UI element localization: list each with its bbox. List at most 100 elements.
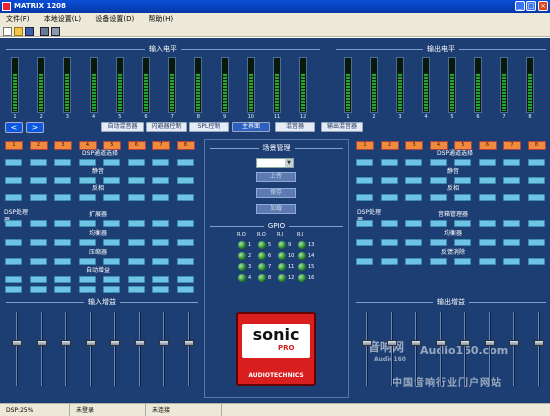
left-toggle-cell[interactable]: [152, 159, 169, 166]
right-toggle-cell[interactable]: [454, 239, 471, 246]
fader-knob[interactable]: [533, 340, 544, 346]
right-channel-button[interactable]: 6: [478, 141, 497, 150]
input-gain-fader[interactable]: [159, 312, 169, 386]
right-toggle-cell[interactable]: [380, 159, 398, 166]
left-toggle-cell[interactable]: [127, 159, 145, 166]
left-toggle-cell[interactable]: [29, 258, 47, 265]
next-page-button[interactable]: >: [26, 122, 44, 133]
fader-knob[interactable]: [460, 340, 470, 346]
left-toggle-cell[interactable]: [29, 220, 47, 227]
left-toggle-cell[interactable]: [78, 286, 96, 293]
left-toggle-cell[interactable]: [176, 258, 194, 265]
right-toggle-cell[interactable]: [527, 159, 545, 166]
right-toggle-cell[interactable]: [429, 220, 447, 227]
right-toggle-cell[interactable]: [478, 220, 496, 227]
left-toggle-cell[interactable]: [127, 220, 145, 227]
output-gain-fader[interactable]: [435, 312, 446, 386]
close-icon[interactable]: ×: [538, 1, 548, 11]
left-toggle-cell[interactable]: [127, 239, 145, 246]
right-toggle-cell[interactable]: [405, 258, 422, 265]
right-toggle-cell[interactable]: [405, 220, 422, 227]
input-gain-fader[interactable]: [61, 312, 71, 386]
right-toggle-cell[interactable]: [527, 177, 545, 184]
input-gain-fader[interactable]: [134, 312, 145, 386]
right-toggle-cell[interactable]: [454, 194, 471, 201]
fader-knob[interactable]: [509, 340, 519, 346]
right-toggle-cell[interactable]: [356, 258, 373, 265]
tab-mixer[interactable]: 混音器: [275, 122, 315, 132]
right-toggle-cell[interactable]: [478, 258, 496, 265]
gpio-led[interactable]: [238, 241, 246, 249]
fader-knob[interactable]: [435, 340, 446, 346]
right-toggle-cell[interactable]: [356, 159, 373, 166]
input-gain-fader[interactable]: [36, 312, 47, 386]
right-toggle-cell[interactable]: [478, 239, 496, 246]
fader-knob[interactable]: [183, 340, 194, 346]
left-toggle-cell[interactable]: [127, 276, 145, 283]
left-toggle-cell[interactable]: [5, 286, 22, 293]
right-toggle-cell[interactable]: [380, 220, 398, 227]
gpio-led[interactable]: [298, 252, 306, 260]
right-toggle-cell[interactable]: [380, 258, 398, 265]
scene-save-button[interactable]: 保存: [256, 188, 296, 198]
output-gain-fader[interactable]: [484, 312, 495, 386]
right-toggle-cell[interactable]: [429, 239, 447, 246]
left-toggle-cell[interactable]: [103, 286, 120, 293]
tab-auto-mixer[interactable]: 自动混音器: [101, 122, 144, 132]
left-channel-button[interactable]: 3: [54, 141, 72, 150]
right-toggle-cell[interactable]: [478, 159, 496, 166]
left-toggle-cell[interactable]: [103, 258, 120, 265]
fader-knob[interactable]: [411, 340, 421, 346]
output-gain-fader[interactable]: [411, 312, 421, 386]
left-toggle-cell[interactable]: [29, 239, 47, 246]
gpio-led[interactable]: [258, 263, 266, 271]
right-toggle-cell[interactable]: [454, 177, 471, 184]
left-toggle-cell[interactable]: [176, 177, 194, 184]
gpio-led[interactable]: [238, 274, 246, 282]
left-toggle-cell[interactable]: [5, 194, 22, 201]
gpio-led[interactable]: [298, 263, 306, 271]
left-toggle-cell[interactable]: [29, 177, 47, 184]
menu-file[interactable]: 文件(F): [0, 13, 36, 25]
gpio-led[interactable]: [258, 252, 266, 260]
left-toggle-cell[interactable]: [103, 159, 120, 166]
right-toggle-cell[interactable]: [527, 239, 545, 246]
fader-knob[interactable]: [362, 340, 372, 346]
left-toggle-cell[interactable]: [176, 276, 194, 283]
minimize-icon[interactable]: _: [515, 1, 525, 11]
left-toggle-cell[interactable]: [5, 239, 22, 246]
left-toggle-cell[interactable]: [176, 220, 194, 227]
right-toggle-cell[interactable]: [356, 220, 373, 227]
gpio-led[interactable]: [278, 252, 286, 260]
right-toggle-cell[interactable]: [429, 258, 447, 265]
right-toggle-cell[interactable]: [478, 194, 496, 201]
left-toggle-cell[interactable]: [29, 159, 47, 166]
left-toggle-cell[interactable]: [5, 177, 22, 184]
left-toggle-cell[interactable]: [78, 177, 96, 184]
left-toggle-cell[interactable]: [54, 159, 71, 166]
prev-page-button[interactable]: <: [5, 122, 23, 133]
scene-upload-button[interactable]: 上传: [256, 172, 296, 182]
open-folder-icon[interactable]: [14, 27, 23, 36]
left-toggle-cell[interactable]: [5, 258, 22, 265]
right-toggle-cell[interactable]: [527, 220, 545, 227]
gpio-led[interactable]: [238, 263, 246, 271]
new-file-icon[interactable]: [3, 27, 12, 36]
left-toggle-cell[interactable]: [103, 220, 120, 227]
left-toggle-cell[interactable]: [152, 286, 169, 293]
fader-knob[interactable]: [36, 340, 47, 346]
output-gain-fader[interactable]: [386, 312, 397, 386]
gpio-led[interactable]: [298, 274, 306, 282]
left-channel-button[interactable]: 1: [5, 141, 23, 150]
right-toggle-cell[interactable]: [380, 177, 398, 184]
save-icon[interactable]: [25, 27, 34, 36]
tab-output-mixer[interactable]: 输出混音器: [321, 122, 363, 132]
output-gain-fader[interactable]: [533, 312, 544, 386]
right-toggle-cell[interactable]: [503, 159, 520, 166]
left-toggle-cell[interactable]: [152, 220, 169, 227]
right-toggle-cell[interactable]: [503, 258, 520, 265]
left-toggle-cell[interactable]: [29, 286, 47, 293]
input-gain-fader[interactable]: [110, 312, 120, 386]
right-toggle-cell[interactable]: [429, 177, 447, 184]
left-toggle-cell[interactable]: [54, 177, 71, 184]
